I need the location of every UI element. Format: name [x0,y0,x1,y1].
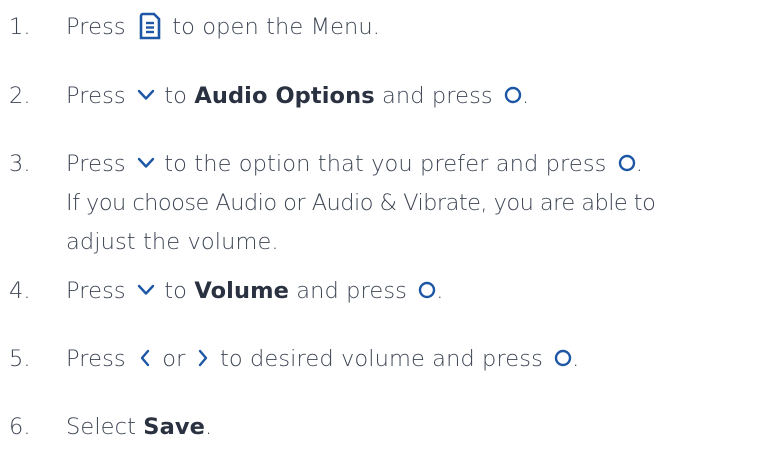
circle-ok-icon [418,281,436,299]
step-number: 3. [9,151,31,177]
chevron-right-icon [197,349,209,367]
circle-ok-icon [504,86,522,104]
step-number: 2. [9,83,31,109]
chevron-left-icon [139,349,151,367]
step-3-note-line-2: adjust the volume. [66,229,279,255]
chevron-down-icon [137,284,155,296]
chevron-down-icon [137,89,155,101]
circle-ok-icon [554,349,572,367]
menu-icon [139,12,161,40]
step-number: 1. [9,14,31,40]
bold-term: Volume [194,278,289,304]
step-number: 4. [9,278,31,304]
step-number: 5. [9,346,31,372]
chevron-down-icon [137,157,155,169]
step-3-note-line-1: If you choose Audio or Audio & Vibrate, … [66,190,656,216]
circle-ok-icon [618,154,636,172]
step-number: 6. [9,414,31,440]
bold-term: Audio Options [194,83,375,109]
bold-term: Save [143,414,205,440]
